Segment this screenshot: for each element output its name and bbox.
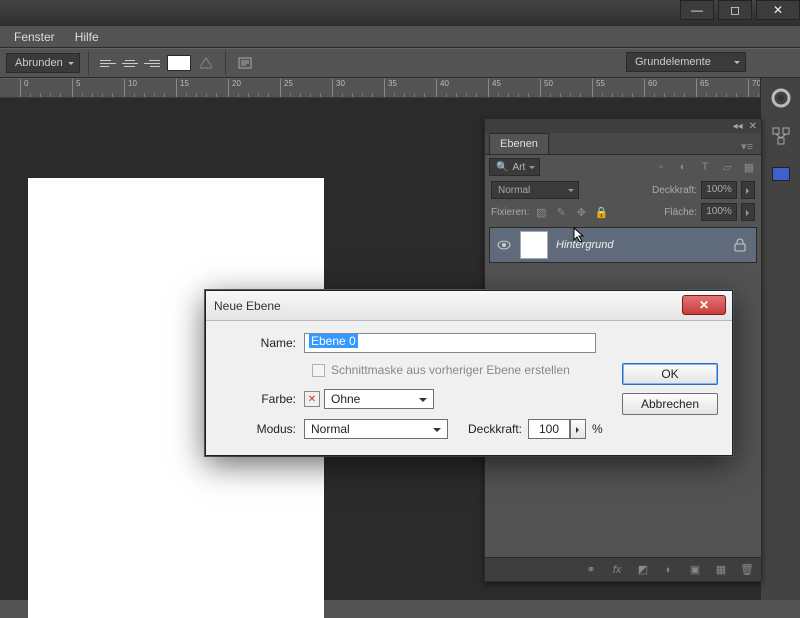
opacity-value[interactable]: 100%: [701, 181, 737, 199]
lock-position-icon[interactable]: ✥: [573, 204, 589, 220]
opacity-unit: %: [592, 422, 603, 436]
new-layer-dialog: Neue Ebene ✕ Name: Ebene 0 Schnittmaske …: [205, 290, 733, 456]
layers-panel-footer: ⚭ fx ◩ ◐ ▣ ▦ 🗑: [485, 557, 761, 581]
opacity-label: Deckkraft:: [652, 185, 697, 196]
swatch-icon[interactable]: [767, 160, 795, 188]
minimize-button[interactable]: —: [680, 0, 714, 20]
pointer-cursor-icon: [572, 226, 588, 244]
cancel-button[interactable]: Abbrechen: [622, 393, 718, 415]
filter-shape-icon[interactable]: ▱: [719, 159, 735, 175]
adjustment-icon[interactable]: ◐: [661, 562, 677, 578]
lock-label: Fixieren:: [491, 207, 529, 218]
clipmask-checkbox: [312, 364, 325, 377]
maximize-button[interactable]: ◻: [718, 0, 752, 20]
name-label: Name:: [220, 336, 304, 350]
mesh-icon[interactable]: [767, 122, 795, 150]
align-center-button[interactable]: [119, 52, 141, 74]
filter-text-icon[interactable]: T: [697, 159, 713, 175]
menu-fenster[interactable]: Fenster: [4, 28, 65, 46]
trash-icon[interactable]: 🗑: [739, 562, 755, 578]
panel-collapse-icon[interactable]: ◂◂: [733, 121, 743, 132]
shape-corner-mode-select[interactable]: Abrunden: [6, 53, 80, 73]
clipmask-label: Schnittmaske aus vorheriger Ebene erstel…: [331, 363, 570, 377]
layer-kind-filter[interactable]: 🔍Art: [489, 158, 540, 176]
warp-text-icon[interactable]: [195, 52, 217, 74]
options-bar: Abrunden Grundelemente: [0, 48, 800, 78]
lock-image-icon[interactable]: ✎: [553, 204, 569, 220]
mask-icon[interactable]: ◩: [635, 562, 651, 578]
menu-hilfe[interactable]: Hilfe: [65, 28, 109, 46]
fill-stepper[interactable]: [741, 203, 755, 221]
panel-menu-icon[interactable]: ▾≡: [739, 138, 755, 154]
window-titlebar: — ◻ ✕: [0, 0, 800, 26]
fill-value[interactable]: 100%: [701, 203, 737, 221]
opacity-stepper[interactable]: [741, 181, 755, 199]
mode-label: Modus:: [220, 422, 304, 436]
right-dock: [760, 78, 800, 600]
group-icon[interactable]: ▣: [687, 562, 703, 578]
color-label: Farbe:: [220, 392, 304, 406]
filter-smart-icon[interactable]: ▦: [741, 159, 757, 175]
lock-icon: [734, 238, 746, 252]
visibility-toggle-icon[interactable]: [496, 237, 512, 253]
no-color-icon: ✕: [304, 391, 320, 407]
horizontal-ruler: 0510152025303540455055606570: [0, 78, 760, 98]
color-ring-icon[interactable]: [767, 84, 795, 112]
fill-color-swatch[interactable]: [167, 55, 191, 71]
dialog-opacity-stepper[interactable]: [570, 419, 586, 439]
dialog-opacity-label: Deckkraft:: [468, 422, 522, 436]
layer-thumbnail[interactable]: [520, 231, 548, 259]
dialog-title: Neue Ebene: [214, 299, 281, 313]
paragraph-panel-icon[interactable]: [234, 52, 256, 74]
shape-presets-select[interactable]: Grundelemente: [626, 52, 746, 72]
blend-mode-select-dialog[interactable]: Normal: [304, 419, 448, 439]
link-icon[interactable]: ⚭: [583, 562, 599, 578]
dialog-opacity-input[interactable]: 100: [528, 419, 570, 439]
layer-name-input[interactable]: Ebene 0: [304, 333, 596, 353]
menubar: Fenster Hilfe: [0, 26, 800, 48]
window-close-button[interactable]: ✕: [756, 0, 800, 20]
layer-color-select[interactable]: Ohne: [324, 389, 434, 409]
filter-pixel-icon[interactable]: ▫: [653, 159, 669, 175]
fx-icon[interactable]: fx: [609, 562, 625, 578]
filter-adjust-icon[interactable]: ◐: [675, 159, 691, 175]
ok-button[interactable]: OK: [622, 363, 718, 385]
align-left-button[interactable]: [97, 52, 119, 74]
blend-mode-select[interactable]: Normal: [491, 181, 579, 199]
lock-all-icon[interactable]: 🔒: [593, 204, 609, 220]
align-right-button[interactable]: [141, 52, 163, 74]
fill-label: Fläche:: [664, 207, 697, 218]
new-layer-icon[interactable]: ▦: [713, 562, 729, 578]
dialog-titlebar[interactable]: Neue Ebene ✕: [206, 291, 732, 321]
lock-transparent-icon[interactable]: ▧: [533, 204, 549, 220]
layer-row[interactable]: Hintergrund: [489, 227, 757, 263]
layers-tab[interactable]: Ebenen: [489, 133, 549, 154]
panel-close-icon[interactable]: ✕: [749, 121, 757, 132]
dialog-close-button[interactable]: ✕: [682, 295, 726, 315]
